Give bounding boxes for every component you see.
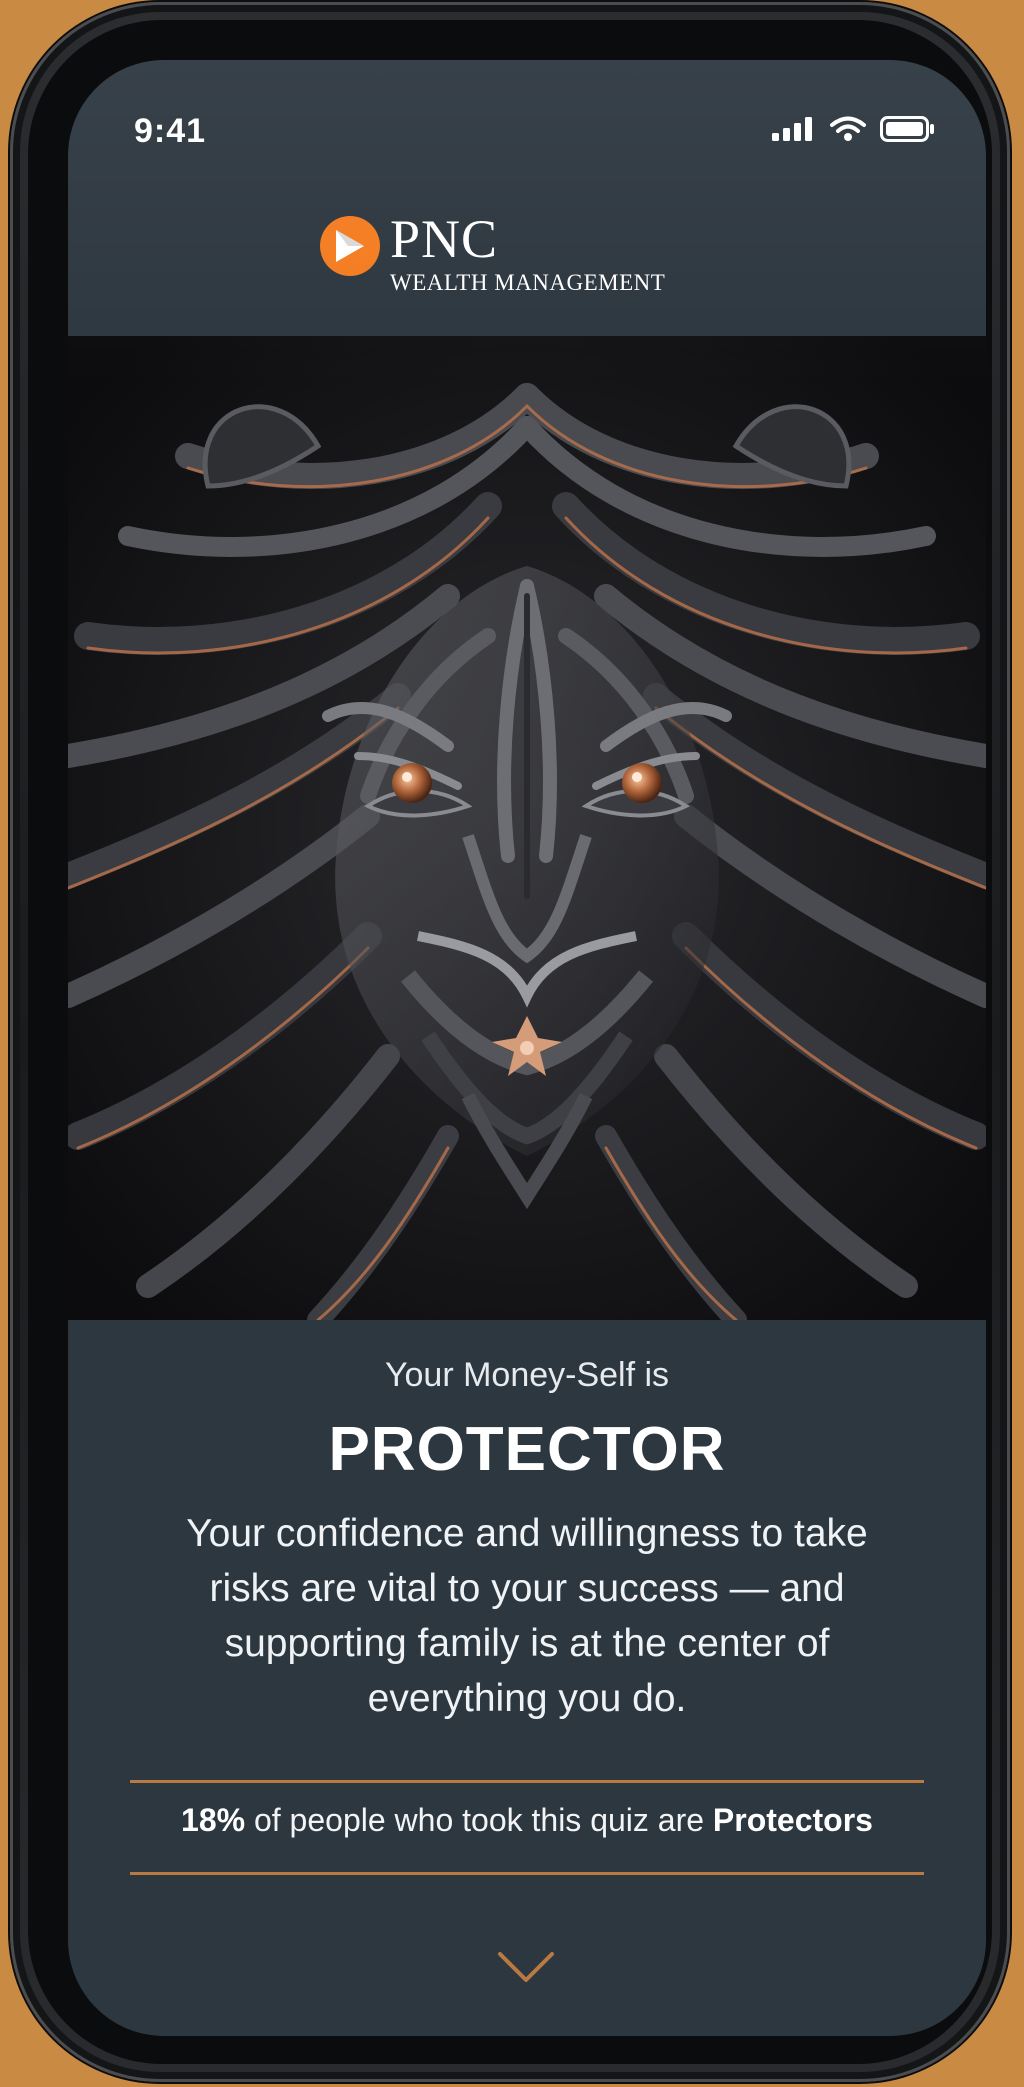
phone-screen: 9:41 PNC WEALTH MANAGEMENT Your Money-Se…: [68, 60, 986, 2036]
page-background: 9:41 PNC WEALTH MANAGEMENT Your Money-Se…: [0, 0, 1024, 2087]
result-title: PROTECTOR: [328, 1415, 726, 1484]
signal-icon: [772, 117, 812, 141]
status-bar: 9:41: [68, 60, 986, 200]
result-description: Your confidence and willingness to take …: [186, 1512, 868, 1720]
brand-name: PNC: [390, 209, 499, 269]
phone-frame: 9:41 PNC WEALTH MANAGEMENT Your Money-Se…: [10, 2, 1010, 2082]
wifi-icon: [830, 116, 866, 141]
divider-top: [130, 1780, 924, 1783]
brand-subtitle: WEALTH MANAGEMENT: [390, 270, 666, 295]
stat-type-label: Protectors: [712, 1802, 873, 1838]
divider-bottom: [130, 1872, 924, 1875]
pnc-mark-icon: [320, 216, 380, 276]
status-icons: [772, 116, 936, 142]
battery-icon: [880, 116, 934, 142]
lion-illustration: [68, 336, 986, 1320]
stat-text: of people who took this quiz are: [245, 1802, 713, 1838]
result-intro: Your Money-Self is: [384, 1356, 670, 1394]
pnc-logo: PNC WEALTH MANAGEMENT: [318, 200, 768, 320]
stat-percent: 18%: [181, 1802, 246, 1838]
chevron-down-icon[interactable]: [496, 1950, 556, 1986]
quiz-stat: 18% of people who took this quiz are Pro…: [68, 1802, 986, 1839]
status-time: 9:41: [134, 112, 207, 150]
hero-image: [68, 336, 986, 1320]
